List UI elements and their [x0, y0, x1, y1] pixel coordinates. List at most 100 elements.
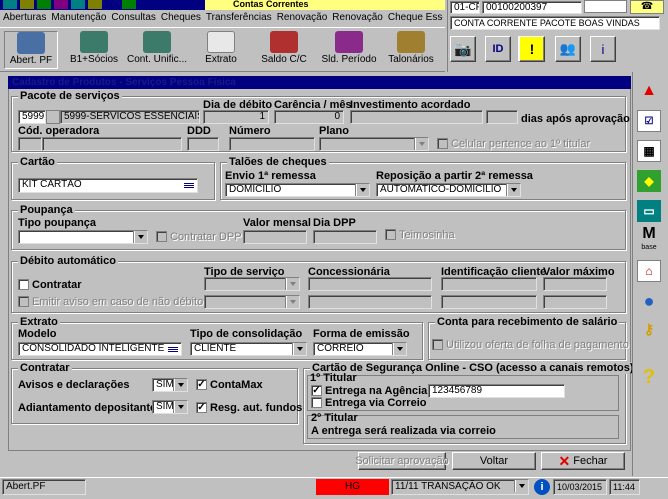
modelo-field[interactable]: CONSOLIDADO INTELIGENTE — [18, 342, 182, 356]
status-hg: HG — [316, 479, 389, 495]
valor-maximo-field — [543, 277, 607, 291]
camera-button[interactable]: 📷 — [450, 36, 476, 62]
toolbar-b1-socios[interactable]: B1+Sócios — [66, 31, 122, 69]
status-screen: Abert.PF — [2, 479, 86, 495]
voltar-button[interactable]: Voltar — [452, 452, 536, 470]
quick-icon[interactable] — [71, 0, 85, 9]
status-date: 10/03/2015 — [553, 479, 607, 495]
menu-transferencias[interactable]: Transferências — [206, 12, 272, 26]
menu-consultas[interactable]: Consultas — [111, 12, 155, 26]
toolbar-extrato-label: Extrato — [205, 54, 237, 65]
header-code1: 01-CF — [450, 1, 480, 14]
titular2-info: A entrega será realizada via correio — [311, 425, 496, 437]
consolidacao-select[interactable]: CLIENTE — [190, 342, 307, 356]
plano-label: Plano — [319, 125, 349, 137]
modelo-label: Modelo — [18, 328, 57, 340]
quick-icon[interactable] — [54, 0, 68, 9]
agencia-field[interactable]: 123456789 — [428, 384, 565, 398]
quick-icon[interactable] — [20, 0, 34, 9]
users-icon — [80, 31, 108, 53]
entrega-agencia-checkbox[interactable]: ✓ — [311, 385, 322, 396]
emissao-label: Forma de emissão — [313, 328, 410, 340]
reposicao-select[interactable]: AUTOMATICO-DOMICILIO — [376, 183, 521, 197]
emitir-aviso-label: Emitir aviso em caso de não débito — [32, 296, 204, 308]
unify-icon — [143, 31, 171, 53]
investimento-days-field — [486, 110, 518, 124]
numero-label: Número — [229, 125, 271, 137]
contratar-fieldset: Contratar — [11, 362, 298, 424]
list-icon[interactable] — [166, 343, 180, 355]
phone-icon[interactable]: ☎ — [630, 0, 664, 14]
ddd-label: DDD — [187, 125, 211, 137]
solicitar-aprovacao-button: Solicitar aprovação — [355, 452, 449, 470]
calculator-icon[interactable]: ▦ — [637, 140, 661, 162]
emitir-aviso-checkbox — [18, 296, 29, 307]
pacote-legend: Pacote de serviços — [18, 90, 122, 102]
quick-icon[interactable] — [122, 0, 136, 9]
toolbar-extrato[interactable]: Extrato — [196, 31, 246, 69]
people-icon[interactable]: 👥 — [555, 36, 581, 62]
contamax-label: ContaMax — [210, 379, 263, 391]
globe-icon[interactable]: ● — [637, 290, 661, 312]
emissao-select[interactable]: CORREIO — [313, 342, 407, 356]
toolbar-sld-periodo[interactable]: Sld. Período — [320, 31, 378, 69]
list-icon[interactable] — [182, 179, 196, 191]
quick-icon[interactable] — [88, 0, 102, 9]
toolbar-talonarios[interactable]: Talonários — [384, 31, 438, 69]
users-id-button[interactable]: ID — [485, 36, 511, 62]
computer-icon[interactable]: ▭ — [637, 200, 661, 222]
map-icon[interactable]: ◆ — [637, 170, 661, 192]
bank-logo-icon[interactable]: ▲ — [637, 80, 661, 102]
menu-manutencao[interactable]: Manutenção — [51, 12, 106, 26]
account-type-field: CONTA CORRENTE PACOTE BOAS VINDAS — [450, 16, 660, 30]
avisos-select[interactable]: SIM — [152, 378, 188, 392]
house-icon[interactable]: ⌂ — [637, 260, 661, 282]
envio-label: Envio 1ª remessa — [225, 170, 316, 182]
contratar-debito-checkbox[interactable] — [18, 279, 29, 290]
m-base-icon[interactable]: Mbase — [637, 226, 661, 254]
menu-renovacao-2[interactable]: Renovação — [332, 12, 383, 26]
dia-dpp-field — [313, 230, 377, 244]
tipo-poupanca-label: Tipo poupança — [18, 217, 97, 229]
menu-renovacao[interactable]: Renovação — [277, 12, 328, 26]
pacote-code-field[interactable]: 5999 — [18, 110, 46, 124]
pacote-list-button[interactable] — [46, 110, 60, 124]
contamax-checkbox[interactable]: ✓ — [196, 379, 207, 390]
info-icon[interactable]: i — [534, 479, 550, 495]
envio-select[interactable]: DOMICILIO — [225, 183, 370, 197]
checklist-icon[interactable]: ☑ — [637, 110, 661, 132]
form-title-bar: Cadastro de Produtos - Serviços Pessoa F… — [8, 76, 631, 89]
pacote-name-field: 5999-SERVICOS ESSENCIAIS — [60, 110, 200, 124]
tipo-poupanca-select[interactable] — [18, 230, 148, 244]
menu-cheques[interactable]: Cheques — [161, 12, 201, 26]
teimosinha-label: Teimosinha — [399, 229, 455, 241]
menu-cheque-essencial[interactable]: Cheque Essencial — [388, 12, 443, 26]
celular-label: Celular pertence ao 1º titular — [451, 138, 591, 150]
adiantamento-select[interactable]: SIM — [152, 400, 188, 414]
form-title: Cadastro de Produtos - Serviços Pessoa F… — [12, 77, 236, 88]
fechar-button[interactable]: ✕ Fechar — [541, 452, 625, 470]
menu-aberturas[interactable]: Aberturas — [3, 12, 46, 26]
user-info-icon[interactable]: i — [590, 36, 616, 62]
resg-checkbox[interactable]: ✓ — [196, 402, 207, 413]
toolbar-talonarios-label: Talonários — [388, 54, 434, 65]
money-bag-icon — [335, 31, 363, 53]
id-cliente-field-2 — [441, 295, 537, 309]
quick-icon[interactable] — [3, 0, 17, 9]
cartao-field[interactable]: KIT CARTÃO — [18, 178, 198, 193]
key-icon[interactable]: ⚷ — [637, 318, 661, 340]
quick-icon[interactable] — [37, 0, 51, 9]
help-icon[interactable]: ? — [637, 366, 661, 388]
entrega-correio-checkbox[interactable] — [311, 397, 322, 408]
extrato-legend: Extrato — [18, 316, 60, 328]
entrega-correio-label: Entrega via Correio — [325, 397, 427, 409]
toolbar-cont-unific-label: Cont. Unific... — [126, 54, 188, 65]
warning-icon[interactable]: ! — [519, 36, 545, 62]
header-blank-box — [584, 0, 627, 13]
quick-icon[interactable] — [105, 0, 119, 9]
toolbar-abert-pf[interactable]: Abert. PF — [4, 31, 58, 69]
toolbar-saldo-cc[interactable]: Saldo C/C — [256, 31, 312, 69]
toolbar-cont-unific[interactable]: Cont. Unific... — [126, 31, 188, 69]
money-bag-icon — [270, 31, 298, 53]
id-cliente-field — [441, 277, 537, 291]
